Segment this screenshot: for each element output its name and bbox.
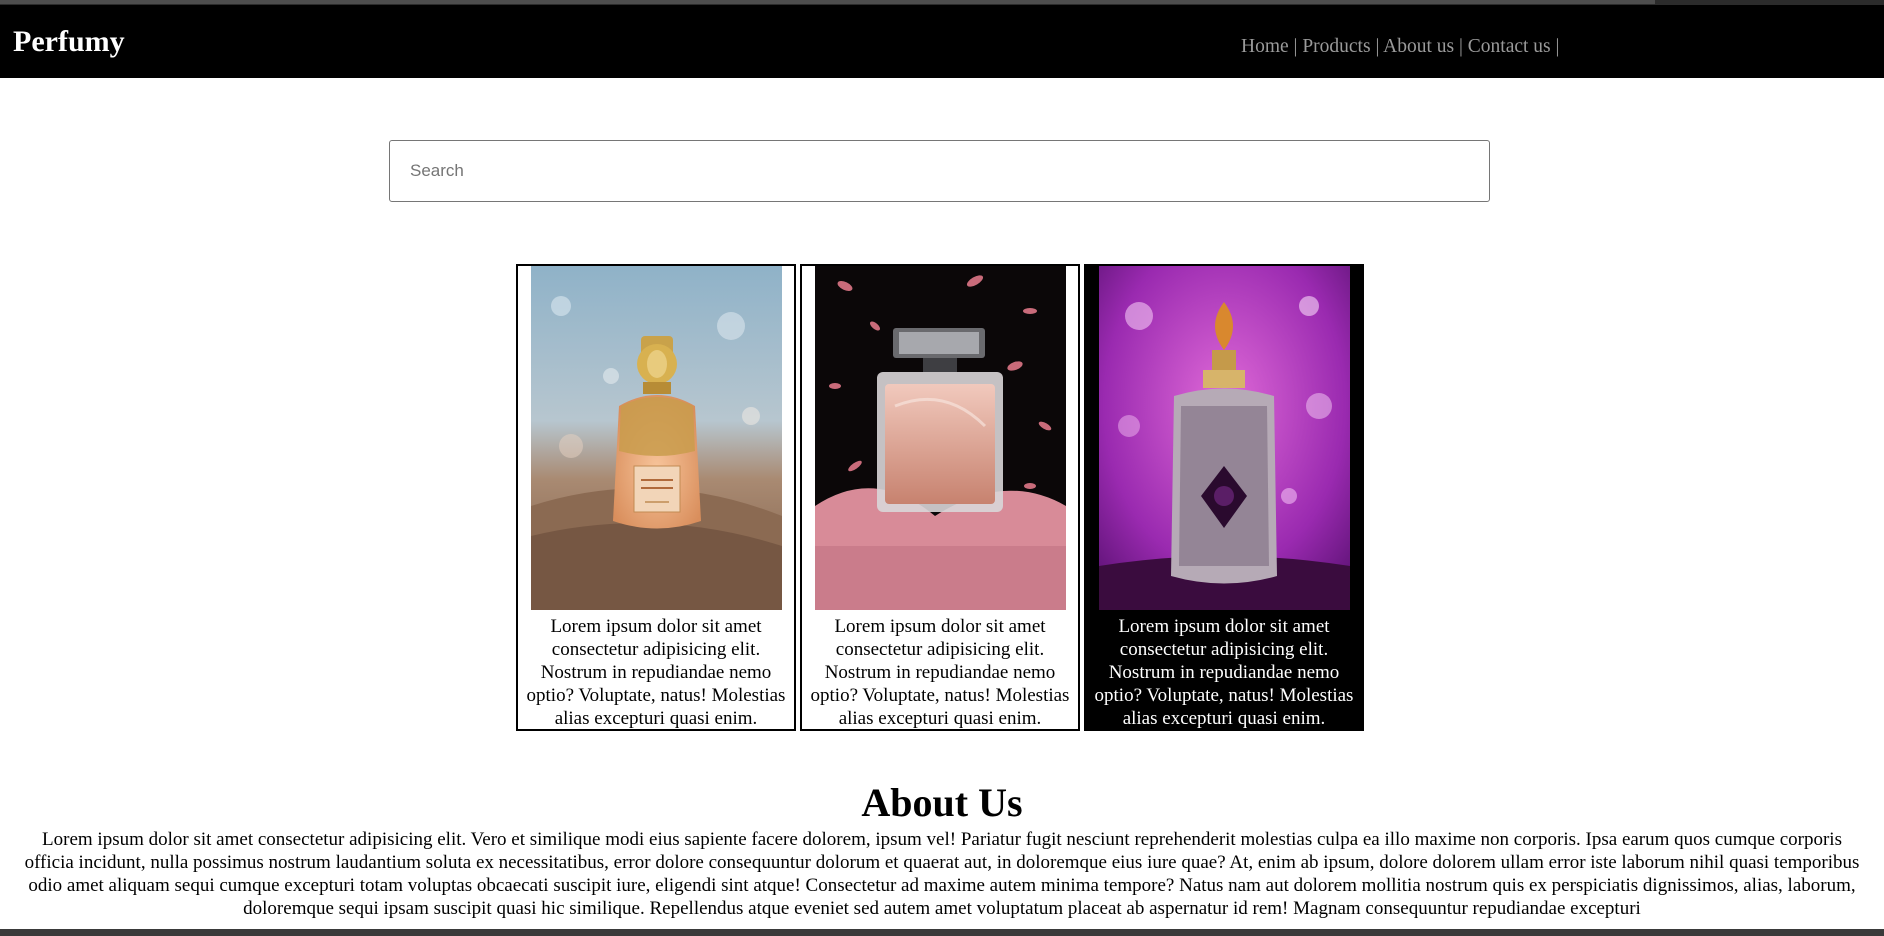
nav-links: Home | Products | About us | Contact us … [1241,35,1559,59]
product-card[interactable]: Lorem ipsum dolor sit amet consectetur a… [516,264,796,731]
nav-separator: | [1293,36,1298,57]
nav-link-products[interactable]: Products [1302,36,1370,57]
navbar: Perfumy Home | Products | About us | Con… [0,5,1884,78]
brand-logo[interactable]: Perfumy [13,25,125,59]
golden-perfume-bottle-icon [531,266,782,610]
product-caption: Lorem ipsum dolor sit amet consectetur a… [1094,616,1354,729]
nav-link-contact[interactable]: Contact us [1468,36,1551,57]
product-card[interactable]: Lorem ipsum dolor sit amet consectetur a… [800,264,1080,731]
browser-bottom-strip [0,929,1884,936]
nav-link-home[interactable]: Home [1241,36,1289,57]
nav-separator: | [1555,36,1560,57]
pink-perfume-bottle-icon [815,266,1066,610]
product-card[interactable]: Lorem ipsum dolor sit amet consectetur a… [1084,264,1364,731]
nav-link-about[interactable]: About us [1383,36,1454,57]
nav-separator: | [1375,36,1380,57]
nav-separator: | [1459,36,1463,57]
product-caption: Lorem ipsum dolor sit amet consectetur a… [526,616,786,729]
search-input[interactable] [389,140,1490,202]
about-text: Lorem ipsum dolor sit amet consectetur a… [24,829,1860,919]
about-title: About Us [861,780,1023,825]
product-caption: Lorem ipsum dolor sit amet consectetur a… [810,616,1070,729]
ornate-perfume-bottle-icon [1099,266,1350,610]
